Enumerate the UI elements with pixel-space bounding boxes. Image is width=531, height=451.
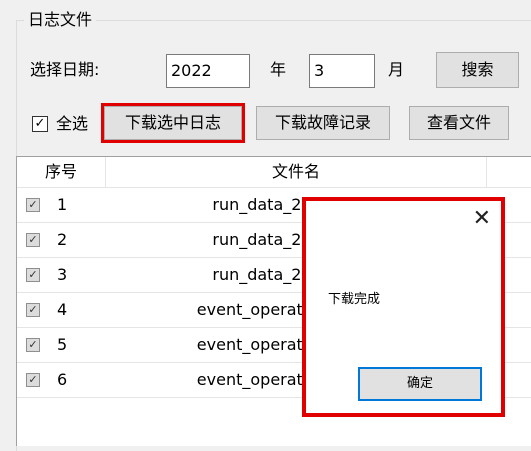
view-file-button[interactable]: 查看文件: [409, 106, 509, 140]
select-all-checkbox[interactable]: ✓: [32, 116, 48, 132]
row-index: 6: [57, 370, 68, 389]
year-unit-label: 年: [270, 60, 287, 79]
row-checkbox[interactable]: ✓: [26, 338, 40, 352]
column-header-filename[interactable]: 文件名: [106, 157, 486, 187]
month-input[interactable]: 3: [309, 54, 375, 88]
row-checkbox[interactable]: ✓: [26, 373, 40, 387]
group-title: 日志文件: [24, 10, 97, 30]
year-input[interactable]: 2022: [166, 54, 250, 88]
table-header: 序号 文件名: [17, 157, 531, 188]
ok-button[interactable]: 确定: [358, 367, 482, 401]
dialog-message: 下载完成: [328, 292, 381, 307]
row-checkbox[interactable]: ✓: [26, 303, 40, 317]
column-divider: [486, 157, 487, 187]
row-index: 5: [57, 335, 68, 354]
row-checkbox[interactable]: ✓: [26, 268, 40, 282]
download-fault-records-button[interactable]: 下载故障记录: [256, 106, 390, 140]
row-checkbox[interactable]: ✓: [26, 233, 40, 247]
row-index: 4: [57, 300, 68, 319]
checkmark-icon: ✓: [34, 116, 46, 131]
row-index: 3: [57, 265, 68, 284]
date-label: 选择日期:: [30, 60, 100, 79]
download-complete-dialog: ✕ 下载完成 确定: [302, 197, 505, 417]
column-header-index[interactable]: 序号: [17, 157, 105, 187]
select-all-label: 全选: [56, 114, 89, 133]
row-index: 1: [57, 195, 68, 214]
row-checkbox[interactable]: ✓: [26, 198, 40, 212]
close-icon[interactable]: ✕: [473, 207, 491, 231]
download-selected-logs-button[interactable]: 下载选中日志: [101, 103, 245, 143]
search-button[interactable]: 搜索: [436, 52, 519, 88]
month-unit-label: 月: [388, 60, 405, 79]
row-index: 2: [57, 230, 68, 249]
